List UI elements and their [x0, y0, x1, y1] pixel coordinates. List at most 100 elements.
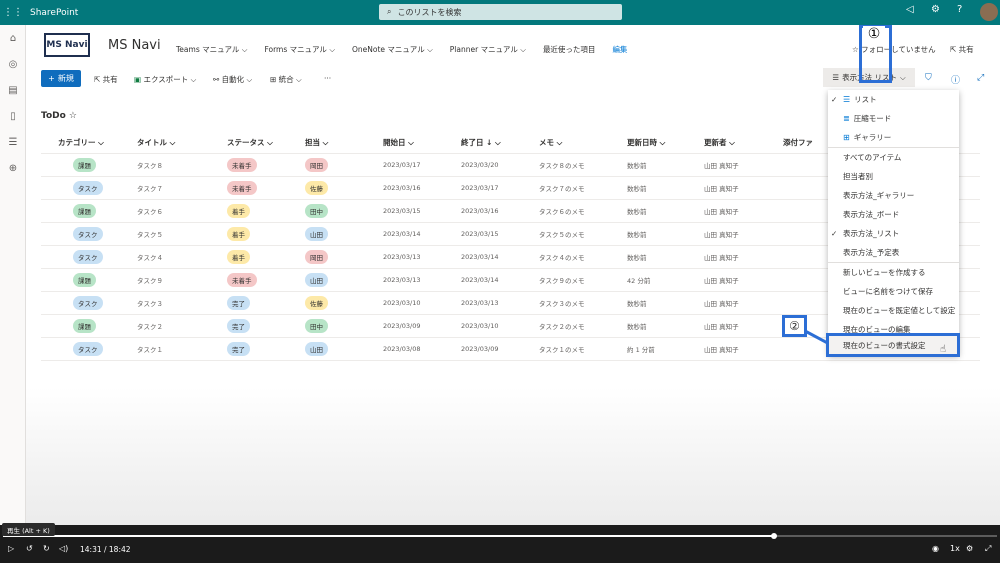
cell-title[interactable]: タスク７: [137, 183, 163, 193]
cell-modified: 数秒前: [627, 300, 647, 308]
cell-title[interactable]: タスク１: [137, 344, 163, 354]
table-cell: 課題: [73, 154, 96, 176]
table-cell: 約 1 分前: [627, 338, 655, 360]
cell-title[interactable]: タスク３: [137, 298, 163, 308]
menu-layout-gallery[interactable]: ⊞ ギャラリー: [828, 128, 959, 147]
cell-title[interactable]: タスク９: [137, 275, 163, 285]
column-header-start[interactable]: 開始日 ⌵: [383, 132, 414, 153]
volume-icon[interactable]: ◁): [59, 544, 68, 553]
nav-recent[interactable]: 最近使った項目: [543, 44, 596, 55]
cell-end-date: 2023/03/20: [461, 161, 499, 169]
search-box[interactable]: ⌕ このリストを検索: [379, 4, 622, 20]
cell-memo: タスク９のメモ: [539, 277, 585, 285]
automate-command[interactable]: ⚯ 自動化 ⌵: [213, 74, 252, 85]
seek-bar[interactable]: [3, 535, 997, 537]
rewind-10-icon[interactable]: ↺: [26, 544, 33, 553]
nav-planner-manual[interactable]: Planner マニュアル ⌵: [450, 44, 526, 55]
site-logo[interactable]: MS Navi: [44, 33, 90, 57]
menu-view-by-owner[interactable]: 担当者別: [828, 167, 959, 186]
checkmark-icon: ✓: [831, 229, 838, 238]
avatar[interactable]: [980, 3, 998, 21]
file-icon[interactable]: ▯: [0, 103, 26, 129]
menu-view-all-items[interactable]: すべてのアイテム: [828, 148, 959, 167]
site-share-button[interactable]: ⇱ 共有: [950, 44, 974, 55]
cell-title[interactable]: タスク５: [137, 229, 163, 239]
expand-icon[interactable]: ⤢: [977, 73, 984, 83]
pill-category: タスク: [73, 296, 103, 310]
pill-owner: 山田: [305, 227, 328, 241]
cell-title[interactable]: タスク８: [137, 160, 163, 170]
fullscreen-icon[interactable]: ⤢: [985, 544, 991, 554]
menu-set-default-view[interactable]: 現在のビューを既定値として設定: [828, 301, 959, 320]
column-header-title[interactable]: タイトル ⌵: [137, 132, 175, 153]
presenter-icon[interactable]: ◉: [932, 544, 939, 553]
menu-layout-compact[interactable]: ≣ 圧縮モード: [828, 109, 959, 128]
table-cell: 田中: [305, 200, 328, 222]
news-icon[interactable]: ▤: [0, 77, 26, 103]
pill-status: 未着手: [227, 181, 257, 195]
site-name[interactable]: MS Navi: [108, 38, 161, 53]
table-cell: 数秒前: [627, 200, 647, 222]
integrate-command[interactable]: ⊞ 統合 ⌵: [270, 74, 302, 85]
menu-view-calendar[interactable]: 表示方法_予定表: [828, 243, 959, 262]
lists-icon[interactable]: ☰: [0, 129, 26, 155]
column-header-category[interactable]: カテゴリー ⌵: [58, 132, 104, 153]
cell-title[interactable]: タスク６: [137, 206, 163, 216]
table-cell: 岡田: [305, 246, 328, 268]
app-launcher-icon[interactable]: ⋮⋮: [0, 0, 26, 25]
table-cell: タスク２のメモ: [539, 315, 585, 337]
forward-10-icon[interactable]: ↻: [43, 544, 50, 553]
play-icon[interactable]: ▷: [8, 544, 14, 553]
search-input[interactable]: このリストを検索: [397, 7, 461, 18]
menu-layout-list[interactable]: ✓ ☰ リスト: [828, 90, 959, 109]
home-icon[interactable]: ⌂: [0, 25, 26, 51]
column-header-modified[interactable]: 更新日時 ⌵: [627, 132, 665, 153]
pill-category: タスク: [73, 181, 103, 195]
pill-category: 課題: [73, 319, 96, 333]
cell-title[interactable]: タスク２: [137, 321, 163, 331]
table-cell: 山田 真知子: [704, 177, 739, 199]
nav-forms-manual[interactable]: Forms マニュアル ⌵: [264, 44, 335, 55]
settings-icon[interactable]: ⚙: [966, 544, 973, 553]
menu-save-view-as[interactable]: ビューに名前をつけて保存: [828, 282, 959, 301]
column-header-editor[interactable]: 更新者 ⌵: [704, 132, 735, 153]
table-cell: タスク５: [137, 223, 163, 245]
menu-view-gallery[interactable]: 表示方法_ギャラリー: [828, 186, 959, 205]
column-header-owner[interactable]: 担当 ⌵: [305, 132, 328, 153]
menu-view-board[interactable]: 表示方法_ボード: [828, 205, 959, 224]
table-cell: 2023/03/17: [383, 154, 420, 176]
playback-speed[interactable]: 1x: [950, 544, 960, 553]
favorite-star-icon[interactable]: ☆: [69, 111, 77, 121]
gallery-icon: ⊞: [843, 133, 850, 142]
cell-memo: タスク６のメモ: [539, 208, 585, 216]
column-header-end[interactable]: 終了日 ↓ ⌵: [461, 132, 501, 153]
table-cell: 数秒前: [627, 315, 647, 337]
seek-handle[interactable]: [771, 533, 777, 539]
brand-label[interactable]: SharePoint: [30, 8, 78, 18]
column-header-memo[interactable]: メモ ⌵: [539, 132, 562, 153]
table-cell: 数秒前: [627, 292, 647, 314]
pill-owner: 田中: [305, 204, 328, 218]
cell-title[interactable]: タスク４: [137, 252, 163, 262]
nav-teams-manual[interactable]: Teams マニュアル ⌵: [176, 44, 247, 55]
column-header-attachments[interactable]: 添付ファ: [783, 132, 813, 153]
table-cell: 佐藤: [305, 177, 328, 199]
list-title: ToDo ☆: [41, 111, 77, 121]
globe-icon[interactable]: ◎: [0, 51, 26, 77]
megaphone-icon[interactable]: ◁: [906, 4, 914, 15]
info-icon[interactable]: ⓘ: [951, 73, 960, 86]
column-header-status[interactable]: ステータス ⌵: [227, 132, 273, 153]
nav-onenote-manual[interactable]: OneNote マニュアル ⌵: [352, 44, 433, 55]
new-button[interactable]: + 新規: [41, 70, 81, 87]
share-command[interactable]: ⇱ 共有: [94, 74, 118, 85]
menu-view-list[interactable]: ✓ 表示方法_リスト: [828, 224, 959, 243]
nav-edit-link[interactable]: 編集: [612, 44, 627, 55]
pill-status: 未着手: [227, 273, 257, 287]
gear-icon[interactable]: ⚙: [931, 4, 940, 15]
add-icon[interactable]: ⊕: [0, 155, 26, 181]
filter-icon[interactable]: ⛉: [925, 73, 932, 83]
export-command[interactable]: ▣ エクスポート ⌵: [134, 74, 196, 85]
menu-create-view[interactable]: 新しいビューを作成する: [828, 263, 959, 282]
more-commands-icon[interactable]: ···: [324, 74, 331, 83]
help-icon[interactable]: ?: [957, 4, 962, 15]
